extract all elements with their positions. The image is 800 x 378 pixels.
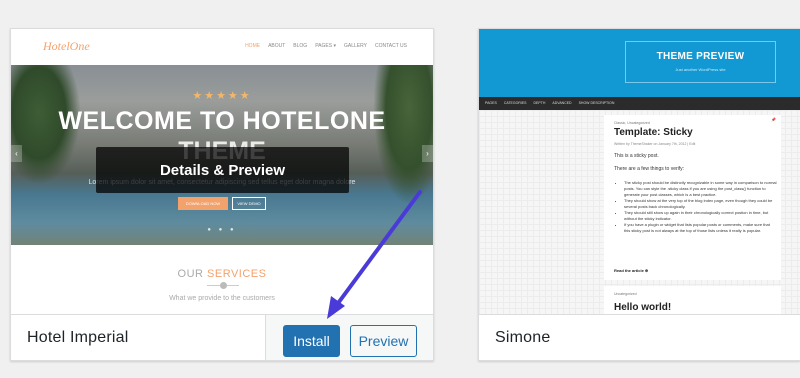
theme-actions: Install Preview [265,315,433,360]
preview-nav-item: ADVANCED [552,101,572,105]
theme-card-simone[interactable]: THEME PREVIEW Just another WordPress sit… [478,28,800,361]
theme-name: Hotel Imperial [27,329,129,346]
slider-dots: ● ● ● [207,227,237,233]
preview-nav-item: SHOW DESCRIPTION [578,101,615,105]
preview-menu-item: HOME [245,43,261,49]
preview-navbar: HotelOne HOME ABOUT BLOG PAGES ▾ GALLERY… [11,29,433,65]
preview-post-paragraph: This is a sticky post. [614,153,659,159]
preview-header-box [625,41,776,83]
preview-logo: HotelOne [43,39,90,53]
preview-section-title: OUR SERVICES [11,268,433,280]
preview-menu-item: BLOG [293,43,308,49]
details-preview-overlay[interactable]: Details & Preview [96,147,349,193]
divider-dot-icon [220,282,227,289]
slider-next-icon: › [422,145,433,162]
rating-stars-icon: ★★★★★ [192,90,252,102]
theme-card-footer: Hotel Imperial Install Preview [11,314,433,360]
preview-section-title-services: SERVICES [207,268,267,280]
theme-screenshot[interactable]: THEME PREVIEW Just another WordPress sit… [479,29,800,314]
preview-post-category: Classic, Uncategorized [614,121,650,125]
list-item: The sticky post should be distinctly rec… [624,180,777,198]
preview-button[interactable]: Preview [350,325,417,357]
preview-site-description: Just another WordPress site [675,67,726,72]
preview-post-list: The sticky post should be distinctly rec… [619,180,777,234]
list-item: They should show at the very top of the … [624,198,777,210]
preview-section-title-our: OUR [177,268,204,280]
preview-post-title: Template: Sticky [614,127,693,138]
preview-nav-item: PAGES [485,101,497,105]
list-item: They should still show up again in their… [624,210,777,222]
theme-name: Simone [495,329,551,346]
theme-card-footer: Simone [479,314,800,360]
theme-screenshot[interactable]: HotelOne HOME ABOUT BLOG PAGES ▾ GALLERY… [11,29,433,314]
preview-read-more: Read the article ⊕ [614,268,649,273]
preview-download-button: DOWNLOAD NOW [178,197,228,210]
preview-post-meta: Written by ThemeShaker on January 7th, 2… [614,142,696,146]
preview-menu-item: GALLERY [343,43,367,49]
preview-post-paragraph: There are a few things to verify: [614,166,685,172]
preview-nav-item: DEPTH [533,101,546,105]
preview-navbar: PAGES CATEGORIES DEPTH ADVANCED SHOW DES… [479,97,800,110]
theme-card-hotel-imperial[interactable]: HotelOne HOME ABOUT BLOG PAGES ▾ GALLERY… [10,28,434,361]
preview-site-title: THEME PREVIEW [656,51,745,62]
preview-hero-title: WELCOME TO HOTELONE [58,107,386,135]
install-button[interactable]: Install [283,325,340,357]
list-item: If you have a plugin or widget that list… [624,222,777,234]
preview-menu-item: ABOUT [268,43,286,49]
preview-menu-item: PAGES ▾ [315,43,336,49]
preview-post-title: Hello world! [614,302,672,313]
preview-menu-item: CONTACT US [374,43,407,49]
pin-icon: 📌 [771,117,776,122]
preview-nav-item: CATEGORIES [503,101,527,105]
slider-prev-icon: ‹ [11,145,22,162]
preview-menu: HOME ABOUT BLOG PAGES ▾ GALLERY CONTACT … [245,43,407,49]
preview-view-demo-button: VIEW DEMO [232,197,266,210]
preview-section-tagline: What we provide to the customers [169,295,275,302]
preview-post-category: Uncategorized [614,292,637,296]
